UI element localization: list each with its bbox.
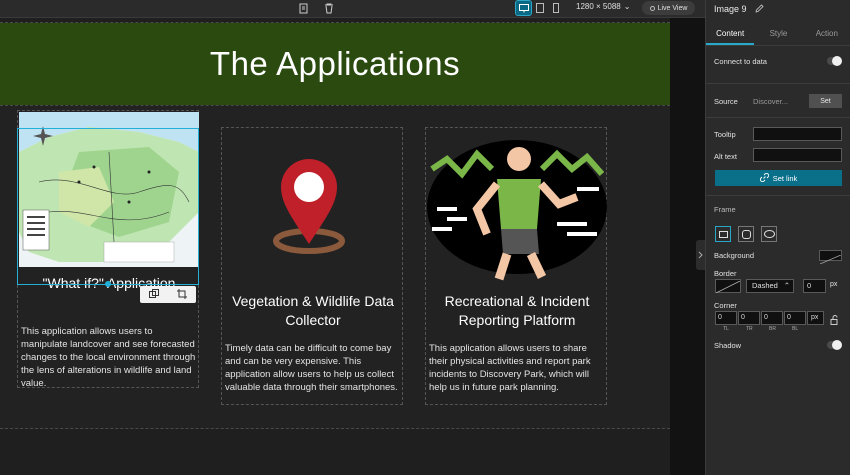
resolution-select[interactable]: 1280 × 5088 ⌄ <box>576 2 630 11</box>
frame-rounded-icon[interactable] <box>738 226 754 242</box>
alt-text-label: Alt text <box>714 152 737 161</box>
trash-icon[interactable] <box>321 1 337 16</box>
source-label: Source <box>714 97 738 106</box>
corner-unit-value: px <box>811 314 819 321</box>
runner-image[interactable] <box>427 129 607 284</box>
corner-label: Corner <box>714 301 737 310</box>
border-style-value: Dashed <box>752 281 778 290</box>
app-card-recreational[interactable]: Recreational & Incident Reporting Platfo… <box>425 127 607 405</box>
card-description: Timely data can be difficult to come bay… <box>225 343 398 393</box>
panel-title: Image 9 <box>714 4 747 14</box>
resize-handle[interactable] <box>105 281 111 287</box>
top-toolbar: 1280 × 5088 ⌄ Live View <box>0 0 705 18</box>
shadow-toggle[interactable] <box>827 340 842 350</box>
divider <box>706 195 850 196</box>
mobile-view-icon[interactable] <box>548 1 563 15</box>
card-description: This application allows users to manipul… <box>21 326 196 389</box>
corner-tl-label: TL <box>723 326 729 332</box>
card-title: Recreational & Incident Reporting Platfo… <box>444 293 590 328</box>
chevron-down-icon: ⌄ <box>623 2 631 11</box>
corner-unit[interactable]: px <box>807 311 824 325</box>
corner-tl-value: 0 <box>718 314 722 321</box>
builder-app: 1280 × 5088 ⌄ Live View The Applications <box>0 0 850 475</box>
border-color-swatch[interactable] <box>715 279 741 294</box>
unlock-icon[interactable] <box>830 312 839 330</box>
image-tools-popup <box>140 286 196 303</box>
panel-header: Image 9 <box>706 0 850 18</box>
corner-bl-input[interactable]: 0 <box>784 311 806 325</box>
tablet-view-icon[interactable] <box>532 1 547 15</box>
chevron-right-icon[interactable] <box>696 240 705 270</box>
chevron-updown-icon: ⌃ <box>783 281 790 290</box>
tooltip-input[interactable] <box>753 127 842 141</box>
frame-label: Frame <box>714 205 736 214</box>
border-width-value: 0 <box>807 281 812 290</box>
corner-tr-value: 0 <box>741 314 745 321</box>
background-label: Background <box>714 251 755 260</box>
set-link-button[interactable]: Set link <box>715 170 842 186</box>
border-style-select[interactable]: Dashed ⌃ <box>746 279 794 293</box>
set-source-button[interactable]: Set <box>809 94 842 108</box>
edit-icon[interactable] <box>754 3 764 15</box>
set-label: Set <box>820 97 831 105</box>
border-unit: px <box>830 281 838 288</box>
live-view-button[interactable]: Live View <box>642 1 695 15</box>
desktop-view-icon[interactable] <box>515 0 532 16</box>
source-value: Discover... <box>753 97 789 106</box>
copy-page-icon[interactable] <box>296 1 312 16</box>
resolution-value: 1280 × 5088 <box>576 2 621 11</box>
set-link-label: Set link <box>772 173 798 183</box>
divider <box>706 83 850 84</box>
corner-br-label: BR <box>769 326 776 332</box>
shadow-label: Shadow <box>714 341 742 350</box>
corner-tl-input[interactable]: 0 <box>715 311 737 325</box>
tab-action[interactable]: Action <box>803 24 850 45</box>
link-icon <box>759 172 769 184</box>
frame-square-icon[interactable] <box>715 226 731 242</box>
corner-tr-label: TR <box>746 326 753 332</box>
selection-outline <box>17 128 199 285</box>
page-title: The Applications <box>209 45 461 82</box>
live-view-label: Live View <box>657 4 688 12</box>
card-description: This application allows users to share t… <box>429 343 591 393</box>
corner-br-input[interactable]: 0 <box>761 311 783 325</box>
location-pin-image[interactable] <box>223 129 403 284</box>
settings-panel: Image 9 Content Style Action Connect to … <box>705 0 850 475</box>
connect-to-data-label: Connect to data <box>714 57 767 66</box>
frame-ellipse-icon[interactable] <box>761 226 777 242</box>
border-label: Border <box>714 269 737 278</box>
corner-br-value: 0 <box>764 314 768 321</box>
app-card-vegetation[interactable]: Vegetation & Wildlife Data Collector Tim… <box>221 127 403 405</box>
corner-bl-label: BL <box>792 326 799 332</box>
border-width-input[interactable]: 0 <box>803 279 826 293</box>
section-divider <box>0 428 670 429</box>
corner-tr-input[interactable]: 0 <box>738 311 760 325</box>
tab-content[interactable]: Content <box>706 24 755 45</box>
divider <box>706 117 850 118</box>
crop-icon[interactable] <box>177 286 187 304</box>
title-banner[interactable]: The Applications <box>0 23 670 105</box>
duplicate-icon[interactable] <box>149 286 159 304</box>
card-title: Vegetation & Wildlife Data Collector <box>232 293 394 328</box>
corner-bl-value: 0 <box>787 314 791 321</box>
eye-icon <box>649 5 655 11</box>
alt-text-input[interactable] <box>753 148 842 162</box>
panel-tabs: Content Style Action <box>706 24 850 46</box>
tooltip-label: Tooltip <box>714 130 736 139</box>
section-divider <box>0 105 670 106</box>
background-color-swatch[interactable] <box>819 250 842 265</box>
tab-style[interactable]: Style <box>754 24 802 45</box>
connect-to-data-toggle[interactable] <box>827 56 842 66</box>
